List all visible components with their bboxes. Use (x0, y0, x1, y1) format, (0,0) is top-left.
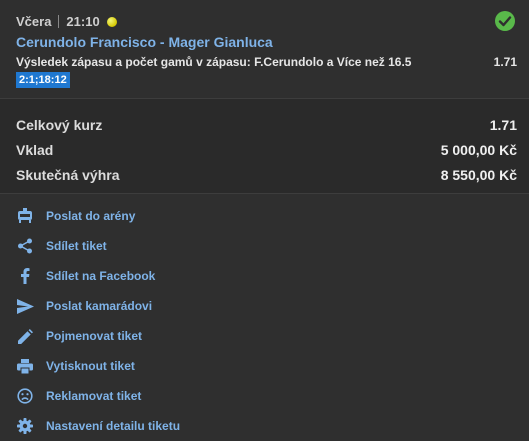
stake-value: 5 000,00 Kč (440, 142, 517, 158)
score-badge: 2:1;18:12 (16, 72, 70, 88)
action-label: Vytisknout tiket (46, 359, 135, 373)
ticket-summary: Celkový kurz 1.71 Vklad 5 000,00 Kč Skut… (0, 99, 529, 194)
action-label: Poslat kamarádovi (46, 299, 153, 313)
bet-description: Výsledek zápasu a počet gamů v zápasu: F… (16, 55, 412, 69)
action-label: Pojmenovat tiket (46, 329, 143, 343)
payout-label: Skutečná výhra (16, 167, 120, 183)
ticket-day: Včera (16, 14, 52, 29)
share-facebook-button[interactable]: Sdílet na Facebook (0, 261, 529, 291)
action-label: Nastavení detailu tiketu (46, 419, 181, 433)
ticket-datetime: Včera 21:10 (16, 14, 117, 29)
stake-label: Vklad (16, 142, 54, 158)
rename-ticket-button[interactable]: Pojmenovat tiket (0, 321, 529, 351)
event-name-link[interactable]: Cerundolo Francisco - Mager Gianluca (16, 34, 273, 50)
tennis-ball-icon (106, 16, 117, 27)
payout-value: 8 550,00 Kč (440, 167, 517, 183)
send-icon (16, 298, 34, 314)
total-odds-row: Celkový kurz 1.71 (16, 117, 517, 133)
send-to-arena-button[interactable]: Poslat do arény (0, 201, 529, 231)
send-to-friend-button[interactable]: Poslat kamarádovi (0, 291, 529, 321)
arena-icon (16, 208, 34, 224)
ticket-header: Včera 21:10 Cerundolo Francisco - Mager … (0, 0, 529, 99)
pencil-icon (16, 328, 34, 344)
total-odds-value: 1.71 (489, 117, 517, 133)
action-label: Sdílet na Facebook (46, 269, 156, 283)
check-circle-icon (495, 11, 515, 31)
ticket-time: 21:10 (66, 14, 100, 29)
ticket-actions: Poslat do arény Sdílet tiket Sdílet na F… (0, 194, 529, 441)
action-label: Reklamovat tiket (46, 389, 142, 403)
ticket-detail-settings-button[interactable]: Nastavení detailu tiketu (0, 411, 529, 441)
sad-face-icon (16, 388, 34, 404)
share-icon (16, 238, 34, 254)
printer-icon (16, 358, 34, 374)
complain-ticket-button[interactable]: Reklamovat tiket (0, 381, 529, 411)
print-ticket-button[interactable]: Vytisknout tiket (0, 351, 529, 381)
facebook-icon (16, 268, 34, 284)
total-odds-label: Celkový kurz (16, 117, 103, 133)
divider (58, 15, 60, 28)
share-ticket-button[interactable]: Sdílet tiket (0, 231, 529, 261)
bet-odds: 1.71 (493, 55, 517, 69)
payout-row: Skutečná výhra 8 550,00 Kč (16, 167, 517, 183)
action-label: Poslat do arény (46, 209, 136, 223)
gear-icon (16, 418, 34, 434)
action-label: Sdílet tiket (46, 239, 107, 253)
stake-row: Vklad 5 000,00 Kč (16, 142, 517, 158)
